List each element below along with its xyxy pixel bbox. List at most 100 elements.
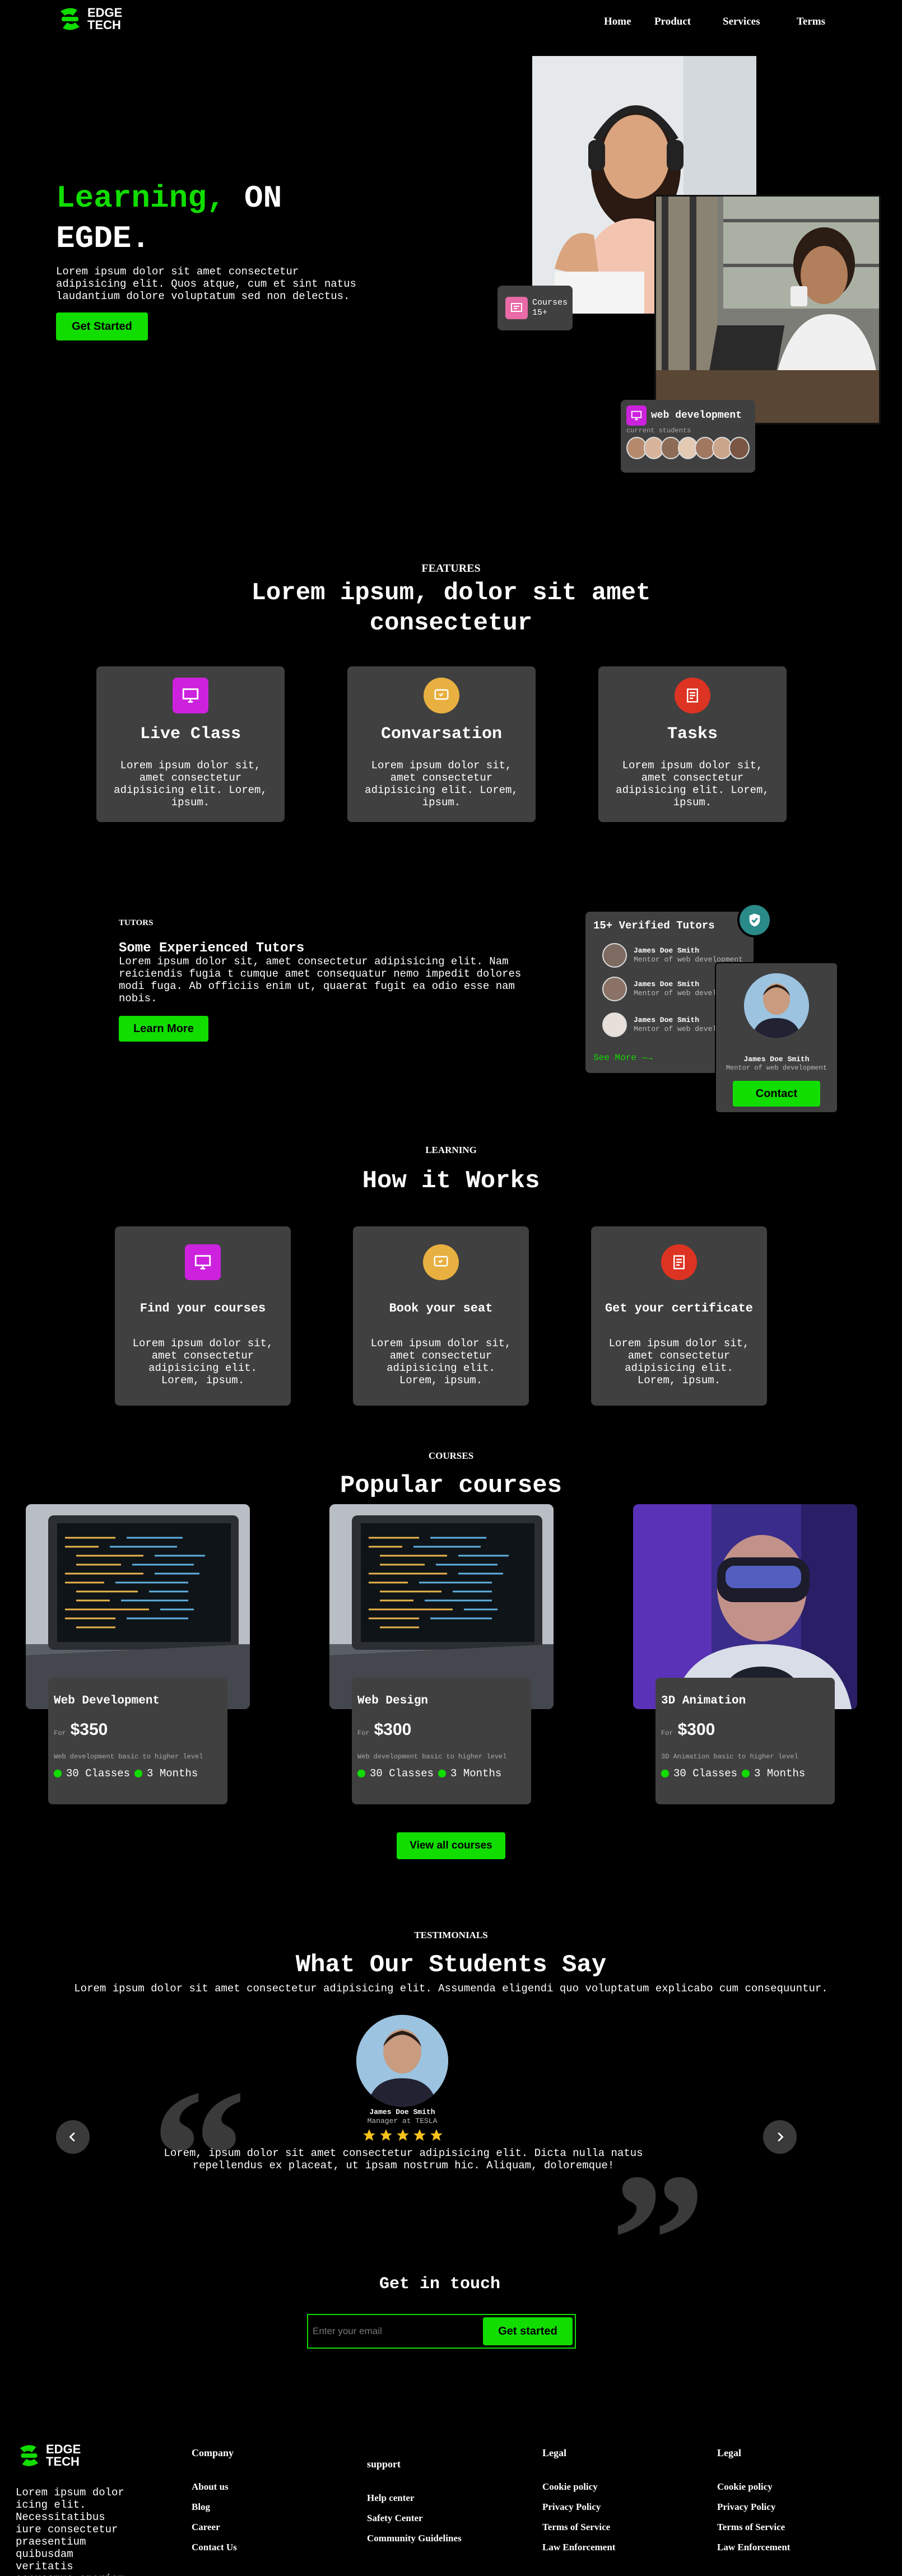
footer-link[interactable]: Career — [192, 2522, 237, 2533]
footer-link[interactable]: Cookie policy — [717, 2481, 790, 2493]
testimonial-quote: Lorem, ipsum dolor sit amet consectetur … — [164, 2147, 643, 2172]
tutors-title: Some Experienced Tutors — [119, 941, 305, 956]
carousel-prev-button[interactable] — [56, 2120, 90, 2154]
course-card[interactable]: Web Design For $300 Web development basi… — [352, 1678, 531, 1804]
star-icon — [397, 2129, 409, 2141]
newsletter-form: Get started — [307, 2314, 576, 2349]
course-title: 3D Animation — [661, 1695, 746, 1707]
see-more-link[interactable]: See More —→ — [593, 1053, 653, 1063]
step-desc: Lorem ipsum dolor sit, amet consectetur … — [608, 1337, 750, 1387]
footer-link[interactable]: Blog — [192, 2502, 237, 2513]
green-dot-icon — [357, 1770, 365, 1777]
feature-card-conversation: Convarsation Lorem ipsum dolor sit, amet… — [347, 666, 536, 822]
carousel-next-button[interactable] — [763, 2120, 797, 2154]
tutors-description: Lorem ipsum dolor sit, amet consectetur … — [119, 955, 522, 1005]
testimonials-subtitle: Lorem ipsum dolor sit amet consectetur a… — [74, 1982, 828, 1995]
course-for: For — [357, 1729, 370, 1737]
testimonial-avatar — [356, 2015, 448, 2107]
monitor-icon — [185, 1244, 221, 1280]
course-months: 3 Months — [754, 1767, 806, 1780]
nav-terms[interactable]: Terms — [797, 16, 825, 28]
step-card-book-seat: Book your seat Lorem ipsum dolor sit, am… — [353, 1226, 529, 1406]
footer-link[interactable]: Privacy Policy — [542, 2502, 615, 2513]
testimonial-name: James Doe Smith — [369, 2108, 435, 2116]
brand-logo[interactable]: EDGE TECH — [56, 4, 122, 34]
course-price: $300 — [374, 1720, 412, 1739]
course-meta: 30 Classes 3 Months — [54, 1767, 198, 1780]
course-title: Web Design — [357, 1695, 429, 1707]
brand-line1: EDGE — [46, 2442, 81, 2456]
courses-title: Popular courses — [340, 1472, 562, 1500]
course-months: 3 Months — [450, 1767, 502, 1780]
learn-more-button[interactable]: Learn More — [119, 1016, 208, 1042]
avatar — [602, 977, 627, 1001]
tutor-profile-name: James Doe Smith — [743, 1055, 810, 1063]
view-all-courses-button[interactable]: View all courses — [397, 1832, 505, 1859]
webdev-badge-sub: current students — [626, 427, 691, 435]
footer-link[interactable]: Contact Us — [192, 2542, 237, 2553]
nav-home[interactable]: Home — [604, 16, 654, 28]
footer-link[interactable]: Help center — [367, 2493, 462, 2504]
site-footer: EDGE TECH Lorem ipsum dolor icing elit. … — [0, 2430, 902, 2576]
footer-col-title: Legal — [717, 2447, 741, 2458]
hero-title-line2: EGDE. — [56, 221, 151, 256]
tutor-name: James Doe Smith — [634, 946, 700, 955]
features-title: Lorem ipsum, dolor sit amet consectetur — [251, 579, 651, 637]
feature-title: Live Class — [140, 725, 241, 744]
nav-product[interactable]: Product — [654, 16, 723, 28]
step-title: Book your seat — [389, 1301, 493, 1315]
courses-badge-icon — [505, 297, 528, 319]
footer-link[interactable]: Community Guidelines — [367, 2533, 462, 2544]
courses-eyebrow: COURSES — [428, 1450, 474, 1461]
course-price: $350 — [70, 1720, 108, 1739]
course-classes: 30 Classes — [673, 1767, 738, 1780]
star-icon — [380, 2129, 392, 2141]
avatar — [729, 437, 750, 459]
footer-col-legal-2: Legal Cookie policy Privacy Policy Terms… — [717, 2447, 790, 2562]
footer-link[interactable]: Terms of Service — [542, 2522, 615, 2533]
course-title: Web Development — [54, 1695, 160, 1707]
feature-card-tasks: Tasks Lorem ipsum dolor sit, amet consec… — [598, 666, 787, 822]
course-card[interactable]: 3D Animation For $300 3D Animation basic… — [655, 1678, 835, 1804]
testimonials-title: What Our Students Say — [295, 1951, 607, 1979]
feature-desc: Lorem ipsum dolor sit, amet consectetur … — [616, 759, 769, 809]
feature-desc: Lorem ipsum dolor sit, amet consectetur … — [365, 759, 518, 809]
close-quote-icon: ” — [611, 2134, 706, 2345]
course-months: 3 Months — [147, 1767, 198, 1780]
rating-stars — [362, 2128, 444, 2143]
step-card-find-courses: Find your courses Lorem ipsum dolor sit,… — [115, 1226, 291, 1406]
footer-link[interactable]: Law Enforcement — [542, 2542, 615, 2553]
footer-link[interactable]: Privacy Policy — [717, 2502, 790, 2513]
footer-link[interactable]: Cookie policy — [542, 2481, 615, 2493]
course-card[interactable]: Web Development For $350 Web development… — [48, 1678, 227, 1804]
get-started-button[interactable]: Get Started — [56, 312, 148, 340]
course-price-box: For $350 — [54, 1720, 108, 1739]
avatar — [602, 1012, 627, 1037]
feature-title: Convarsation — [380, 725, 503, 744]
green-dot-icon — [54, 1770, 62, 1777]
footer-link[interactable]: Safety Center — [367, 2513, 462, 2524]
webdev-badge-title: web development — [651, 410, 742, 421]
footer-link[interactable]: Terms of Service — [717, 2522, 790, 2533]
courses-badge-count: 15+ — [532, 308, 548, 318]
footer-col-company: Company About us Blog Career Contact Us — [192, 2447, 237, 2562]
site-header: EDGE TECH Home Product Services Terms — [0, 0, 902, 45]
hero-description: Lorem ipsum dolor sit amet consectetur a… — [56, 265, 356, 302]
email-field[interactable] — [310, 2326, 483, 2337]
tutors-eyebrow: TUTORS — [119, 918, 154, 927]
feature-card-live-class: Live Class Lorem ipsum dolor sit, amet c… — [96, 666, 285, 822]
nav-services[interactable]: Services — [723, 16, 797, 28]
monitor-icon — [626, 405, 647, 426]
hero-title-green: Learning, — [56, 180, 226, 216]
footer-col-title: Company — [192, 2447, 234, 2458]
footer-link[interactable]: Law Enforcement — [717, 2542, 790, 2553]
avatar — [602, 943, 627, 968]
tutor-profile-role: Mentor of web development — [726, 1064, 827, 1072]
footer-logo[interactable]: EDGE TECH — [16, 2442, 81, 2470]
tutor-profile-card: James Doe Smith Mentor of web developmen… — [715, 962, 838, 1113]
footer-link[interactable]: About us — [192, 2481, 237, 2493]
courses-badge-label: Courses — [532, 298, 568, 307]
get-started-submit-button[interactable]: Get started — [483, 2317, 573, 2345]
contact-button[interactable]: Contact — [733, 1081, 820, 1107]
brand-line2: TECH — [46, 2454, 80, 2468]
